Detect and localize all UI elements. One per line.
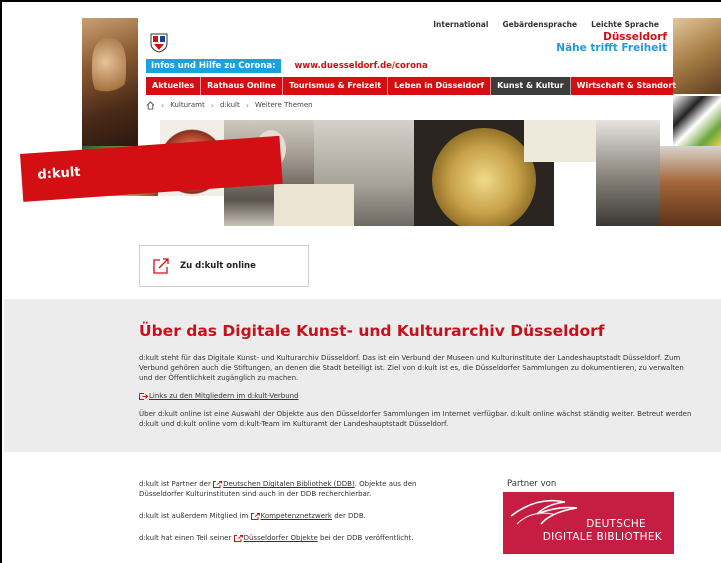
breadcrumb: › Kulturamt › d:kult › Weitere Themen	[146, 98, 313, 112]
kompetenznetzwerk-link[interactable]: Kompetenznetzwerk	[261, 512, 332, 520]
duesseldorfer-objekte-link[interactable]: Düsseldorfer Objekte	[244, 534, 318, 542]
arrow-right-icon	[139, 392, 148, 400]
nav-item-aktuelles[interactable]: Aktuelles	[146, 77, 202, 95]
ddb-swirl-icon	[510, 499, 578, 525]
header-banner: International Gebärdensprache Leichte Sp…	[4, 4, 721, 226]
partner-text-ddb: d:kult ist Partner der Deutschen Digital…	[139, 479, 459, 499]
members-link[interactable]: Links zu den Mitgliedern im d:kult-Verbu…	[149, 392, 299, 400]
banner-image-painting-left	[82, 18, 138, 146]
top-link-sign-language[interactable]: Gebärdensprache	[502, 20, 577, 29]
about-paragraph-1: d:kult steht für das Digitale Kunst- und…	[139, 354, 684, 382]
corona-badge: Infos und Hilfe zu Corona:	[146, 59, 281, 73]
partner-text-kompetenznetzwerk: d:kult ist außerdem Mitglied im Kompeten…	[139, 511, 459, 521]
page-frame: International Gebärdensprache Leichte Sp…	[0, 0, 721, 563]
banner-image-handwriting	[274, 184, 354, 226]
corona-link[interactable]: www.duesseldorf.de/corona	[295, 61, 428, 71]
nav-item-wirtschaft[interactable]: Wirtschaft & Standort	[571, 77, 682, 95]
dkult-online-label: Zu d:kult online	[180, 261, 256, 271]
partner-label: Partner von	[507, 479, 557, 489]
partner-text-obj-pre: d:kult hat einen Teil seiner	[139, 534, 234, 542]
about-paragraph-2: Über d:kult online ist eine Auswahl der …	[139, 410, 692, 428]
home-icon[interactable]	[146, 100, 155, 110]
nav-item-rathaus-online[interactable]: Rathaus Online	[201, 77, 283, 95]
partner-text-objekte: d:kult hat einen Teil seiner Düsseldorfe…	[139, 533, 459, 543]
chevron-right-icon: ›	[161, 100, 165, 110]
banner-label-text: d:kult	[37, 164, 82, 183]
ddb-logo-line2: DIGITALE BIBLIOTHEK	[542, 531, 662, 543]
members-link-row: Links zu den Mitgliedern im d:kult-Verbu…	[139, 391, 699, 401]
top-link-international[interactable]: International	[433, 20, 488, 29]
banner-image-comic	[673, 96, 721, 146]
external-link-icon	[213, 480, 223, 488]
header-panel: International Gebärdensprache Leichte Sp…	[138, 18, 676, 120]
ddb-logo-line1: DEUTSCHE	[586, 518, 646, 530]
nav-item-tourismus[interactable]: Tourismus & Freizeit	[283, 77, 389, 95]
partner-text-obj-post: bei der DDB veröffentlicht.	[317, 534, 414, 542]
top-links: International Gebärdensprache Leichte Sp…	[433, 20, 659, 29]
breadcrumb-kulturamt[interactable]: Kulturamt	[170, 101, 205, 109]
partner-text-ddb-pre: d:kult ist Partner der	[139, 480, 214, 488]
chevron-right-icon: ›	[245, 100, 249, 110]
partner-text-kn-post: der DDB.	[331, 512, 366, 520]
ddb-logo[interactable]: DEUTSCHE DIGITALE BIBLIOTHEK	[503, 492, 674, 554]
banner-image-bronze-sculpture	[596, 120, 660, 226]
nav-item-kunst-kultur[interactable]: Kunst & Kultur	[491, 77, 571, 95]
top-link-easy-language[interactable]: Leichte Sprache	[591, 20, 659, 29]
about-title: Über das Digitale Kunst- und Kulturarchi…	[139, 322, 605, 340]
breadcrumb-weitere-themen: Weitere Themen	[254, 101, 313, 109]
dkult-online-button[interactable]: Zu d:kult online	[139, 245, 309, 287]
corona-info: Infos und Hilfe zu Corona: www.duesseldo…	[146, 59, 428, 73]
main-navigation: Aktuelles Rathaus Online Tourismus & Fre…	[146, 77, 676, 95]
chevron-right-icon: ›	[210, 100, 214, 110]
external-link-icon	[233, 534, 243, 542]
ddb-link[interactable]: Deutschen Digitalen Bibliothek (DDB)	[223, 480, 355, 488]
logo-slogan: Nähe trifft Freiheit	[556, 42, 667, 54]
breadcrumb-dkult[interactable]: d:kult	[220, 101, 240, 109]
city-logo[interactable]: Düsseldorf Nähe trifft Freiheit	[556, 32, 667, 54]
partner-text-kn-pre: d:kult ist außerdem Mitglied im	[139, 512, 251, 520]
coat-of-arms-icon[interactable]	[150, 33, 168, 53]
external-link-icon	[250, 512, 260, 520]
nav-item-leben[interactable]: Leben in Düsseldorf	[388, 77, 492, 95]
banner-image-camera	[660, 146, 721, 226]
external-link-icon	[153, 258, 169, 274]
banner-image-sheet-music	[524, 120, 596, 162]
